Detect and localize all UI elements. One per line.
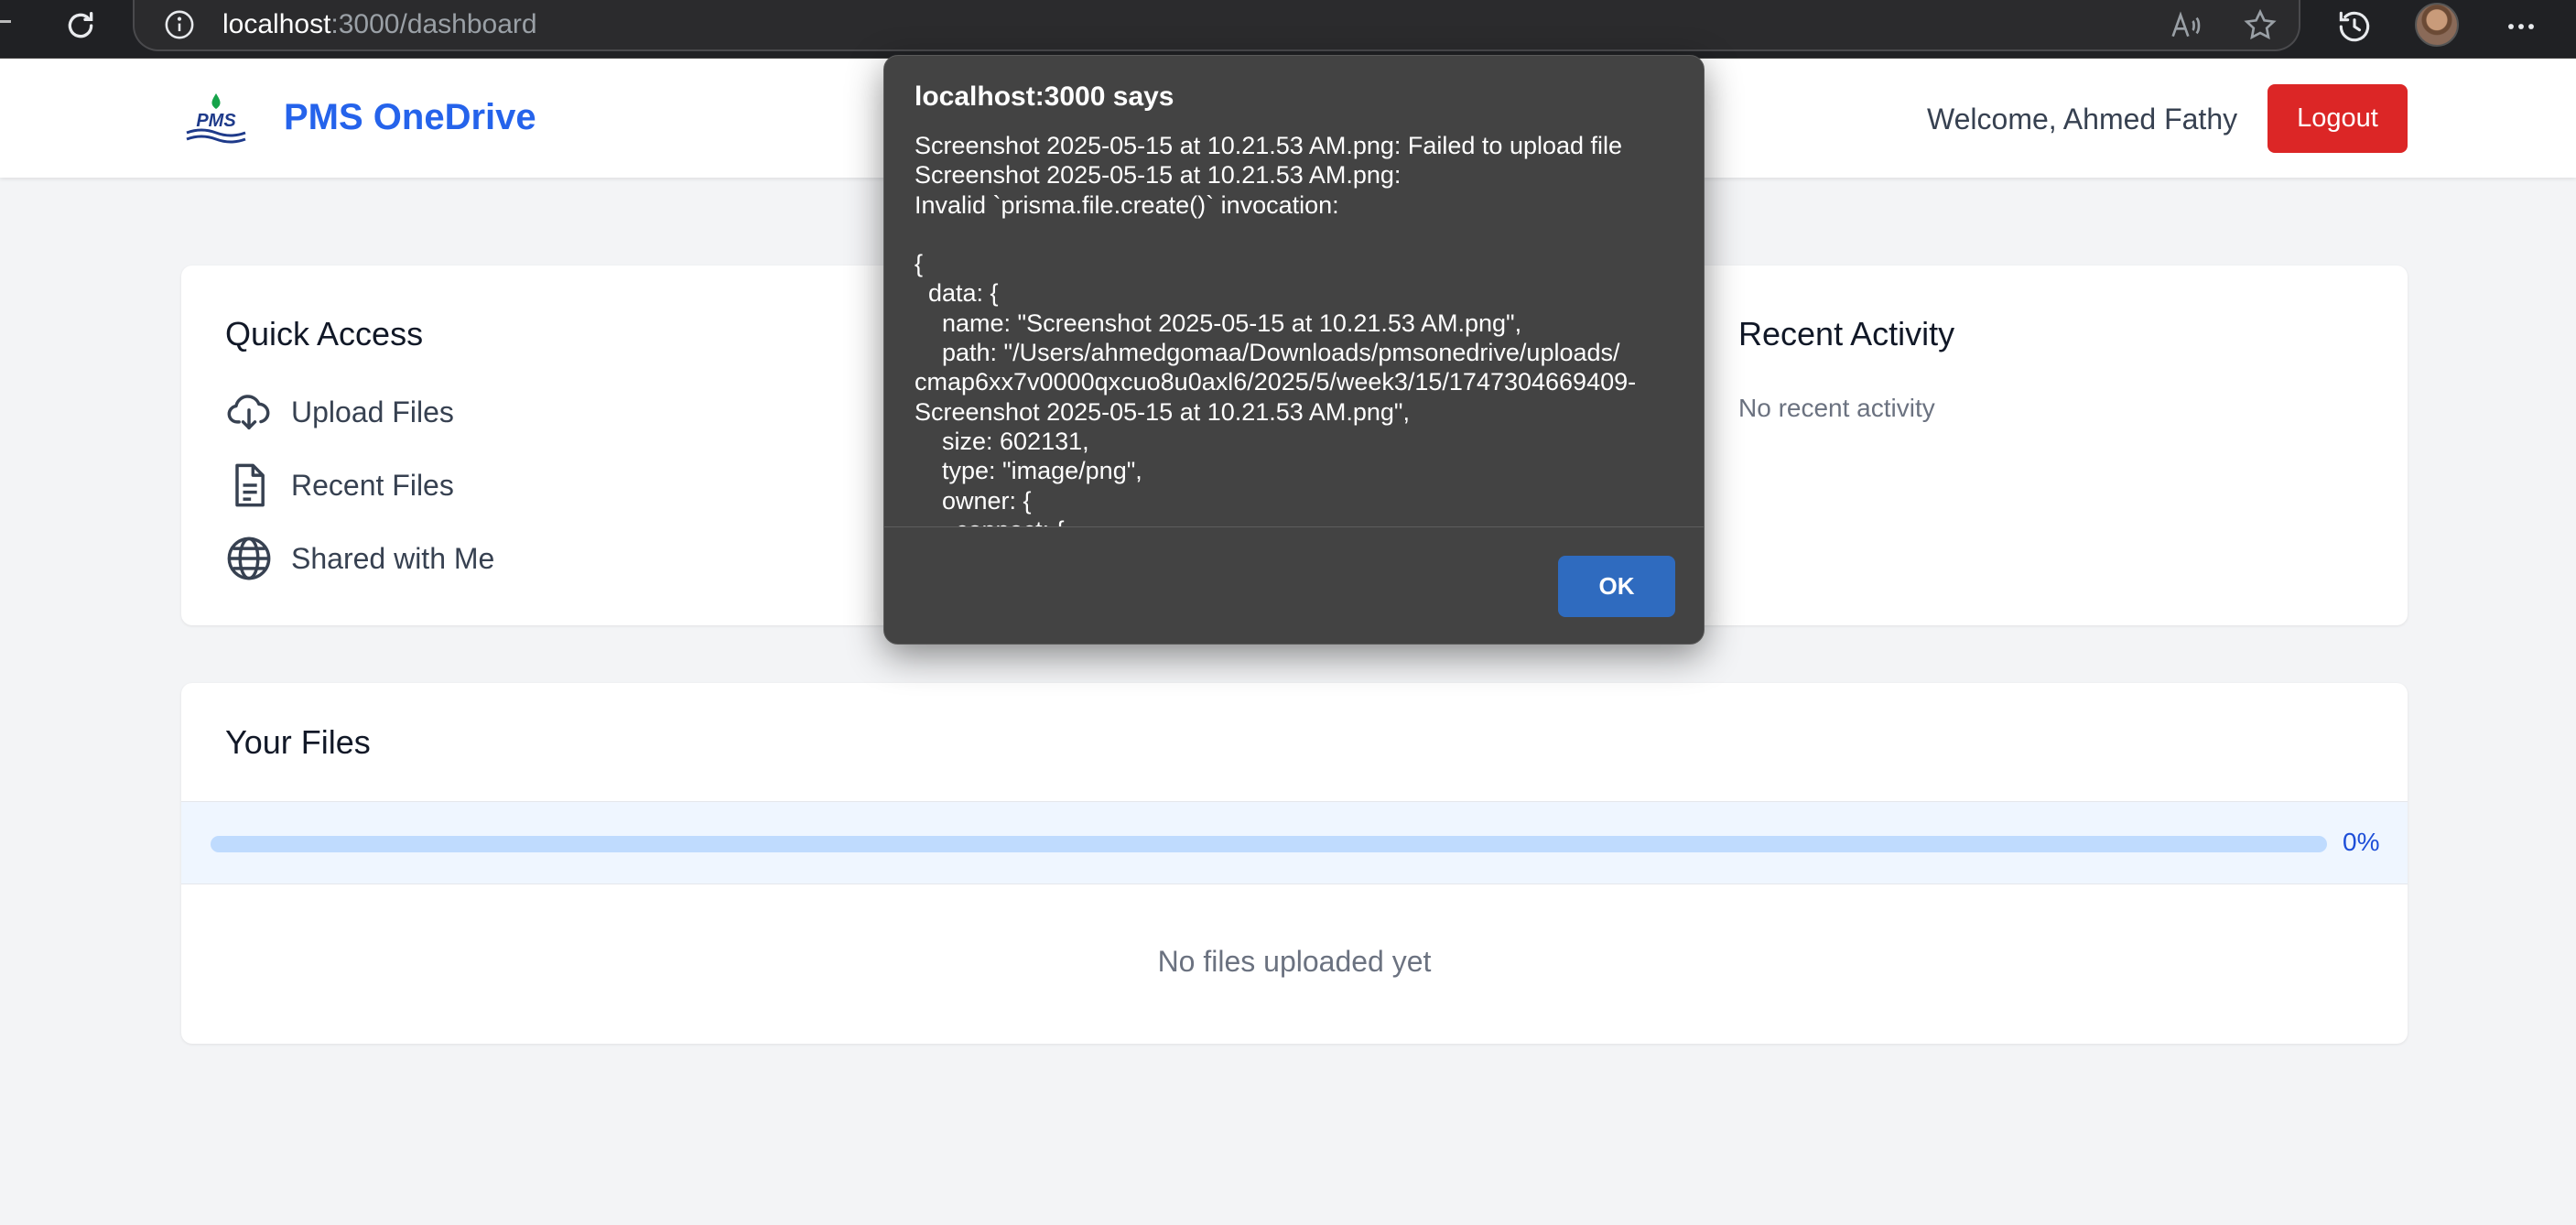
profile-avatar[interactable] (2415, 3, 2459, 47)
upload-progress-percent: 0% (2343, 828, 2380, 856)
ok-button[interactable]: OK (1558, 556, 1675, 617)
dialog-message[interactable]: Screenshot 2025-05-15 at 10.21.53 AM.png… (915, 131, 1683, 526)
recent-activity-title: Recent Activity (1738, 315, 1955, 352)
history-icon[interactable] (2334, 6, 2375, 47)
alert-dialog: localhost:3000 says Screenshot 2025-05-1… (883, 55, 1705, 645)
no-files-message: No files uploaded yet (1157, 945, 1432, 978)
globe-icon (227, 537, 271, 580)
dialog-title: localhost:3000 says (915, 81, 1174, 112)
welcome-text: Welcome, Ahmed Fathy (1927, 103, 2238, 136)
document-icon (235, 463, 265, 507)
upload-progress-bar (211, 836, 2327, 852)
logo-text: PMS (196, 111, 236, 131)
reload-icon[interactable] (62, 7, 99, 44)
your-files-title: Your Files (225, 723, 371, 761)
quick-access-upload-files[interactable]: Upload Files (225, 385, 454, 439)
quick-access-shared-with-me[interactable]: Shared with Me (225, 531, 494, 586)
logout-button[interactable]: Logout (2268, 84, 2408, 153)
pms-logo: PMS (186, 93, 246, 144)
quick-access-label: Upload Files (291, 395, 454, 428)
more-options-icon[interactable] (2501, 6, 2541, 47)
cloud-download-icon (227, 395, 270, 430)
browser-toolbar: localhost:3000/dashboard (0, 0, 2576, 59)
dialog-divider (884, 526, 1704, 527)
brand-title[interactable]: PMS OneDrive (284, 97, 536, 138)
read-aloud-icon[interactable] (2167, 7, 2203, 44)
quick-access-label: Recent Files (291, 468, 454, 502)
address-bar[interactable]: localhost:3000/dashboard (133, 0, 2300, 51)
upload-progress-section: 0% (181, 801, 2408, 884)
url-text[interactable]: localhost:3000/dashboard (222, 9, 537, 40)
info-icon[interactable] (164, 9, 195, 40)
quick-access-label: Shared with Me (291, 541, 495, 575)
recent-activity-empty: No recent activity (1738, 394, 1935, 422)
quick-access-title: Quick Access (225, 315, 424, 352)
favorite-star-icon[interactable] (2242, 7, 2278, 44)
window-control-icon[interactable] (0, 20, 11, 23)
your-files-card: Your Files 0% No files uploaded yet (181, 683, 2408, 1044)
quick-access-recent-files[interactable]: Recent Files (225, 458, 454, 513)
